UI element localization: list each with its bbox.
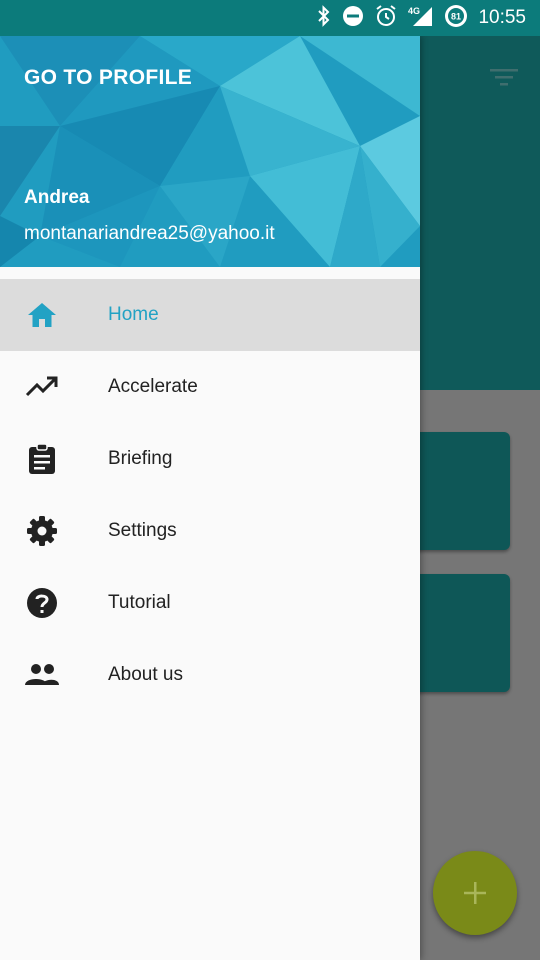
drawer-item-label: Home xyxy=(108,304,159,325)
drawer-item-tutorial[interactable]: Tutorial xyxy=(0,567,420,639)
network-type-label: 4G xyxy=(408,6,420,16)
drawer-item-label: Briefing xyxy=(108,448,173,469)
clipboard-icon xyxy=(24,443,60,475)
drawer-item-label: Tutorial xyxy=(108,592,171,613)
add-fab-button[interactable] xyxy=(433,851,517,935)
drawer-item-home[interactable]: Home xyxy=(0,279,420,351)
people-icon xyxy=(24,659,60,691)
home-icon xyxy=(24,299,60,331)
trending-up-icon xyxy=(24,371,60,403)
help-icon xyxy=(24,587,60,619)
drawer-header: GO TO PROFILE Andrea montanariandrea25@y… xyxy=(0,36,420,267)
drawer-item-label: About us xyxy=(108,664,183,685)
drawer-item-settings[interactable]: Settings xyxy=(0,495,420,567)
battery-icon: 81 xyxy=(444,4,468,33)
status-bar: 4G 81 10:55 xyxy=(0,0,540,36)
drawer-item-accelerate[interactable]: Accelerate xyxy=(0,351,420,423)
battery-level: 81 xyxy=(451,11,461,21)
do-not-disturb-icon xyxy=(342,5,364,32)
signal-icon: 4G xyxy=(408,5,434,32)
user-name: Andrea xyxy=(24,187,90,208)
drawer-item-about-us[interactable]: About us xyxy=(0,639,420,711)
drawer-item-briefing[interactable]: Briefing xyxy=(0,423,420,495)
alarm-icon xyxy=(374,4,398,33)
clock: 10:55 xyxy=(478,7,526,28)
navigation-drawer: GO TO PROFILE Andrea montanariandrea25@y… xyxy=(0,36,420,960)
plus-icon xyxy=(464,882,486,904)
drawer-menu: Home Accelerate Briefing Settings Tutori… xyxy=(0,279,420,711)
go-to-profile-link[interactable]: GO TO PROFILE xyxy=(24,66,192,90)
gear-icon xyxy=(24,515,60,547)
bluetooth-icon xyxy=(316,4,332,32)
drawer-item-label: Settings xyxy=(108,520,177,541)
drawer-item-label: Accelerate xyxy=(108,376,198,397)
filter-icon xyxy=(488,66,520,90)
user-email: montanariandrea25@yahoo.it xyxy=(24,223,275,244)
